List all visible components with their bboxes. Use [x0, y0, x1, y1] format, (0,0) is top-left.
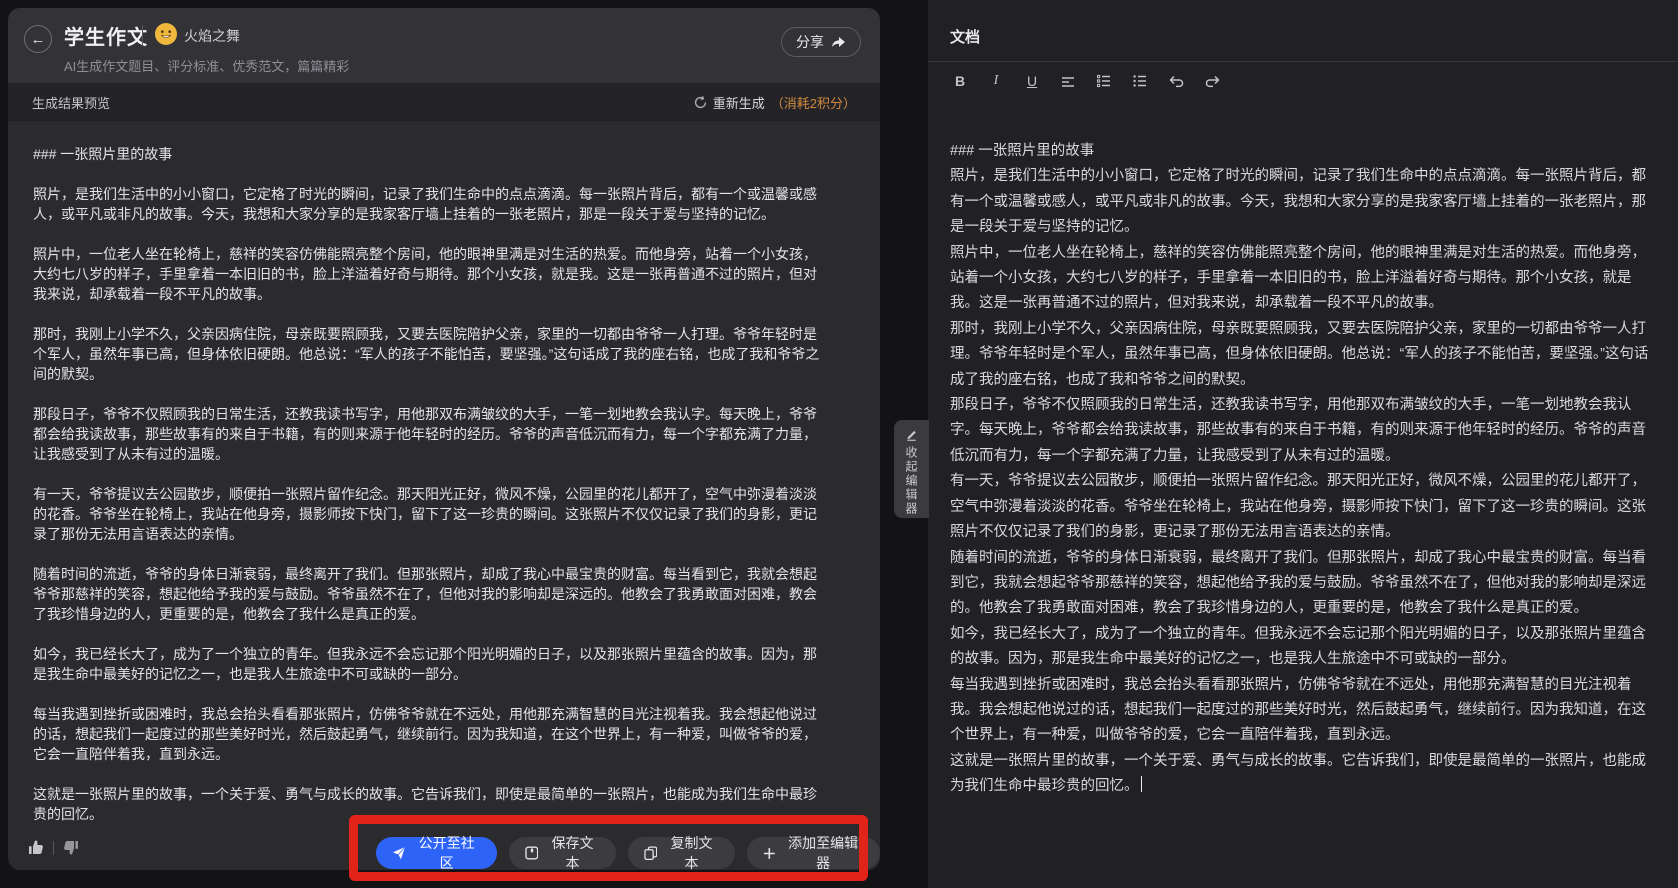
italic-button[interactable]: I	[983, 68, 1009, 94]
copy-text-button[interactable]: 复制文本	[628, 837, 735, 869]
thumbs-up-button[interactable]	[28, 840, 44, 855]
ordered-list-icon	[1096, 73, 1112, 89]
editor-paragraph: 有一天，爷爷提议去公园散步，顺便拍一张照片留作纪念。那天阳光正好，微风不燥，公园…	[950, 469, 1652, 545]
document-title: 文档	[950, 26, 980, 47]
essay-paragraph: 每当我遇到挫折或困难时，我总会抬头看看那张照片，仿佛爷爷就在不远处，用他那充满智…	[33, 704, 824, 764]
thumbs-up-icon	[28, 840, 44, 855]
paper-plane-icon	[392, 846, 406, 860]
editor-paragraph: 照片，是我们生活中的小小窗口，它定格了时光的瞬间，记录了我们生命中的点点滴滴。每…	[950, 164, 1652, 240]
author-name: 火焰之舞	[184, 26, 240, 46]
action-button-row: 公开至社区 保存文本 复制文本 添加至编辑器	[376, 837, 880, 869]
ordered-list-button[interactable]	[1091, 68, 1117, 94]
editor-toolbar: B I U	[942, 68, 1230, 94]
essay-paragraph: 照片中，一位老人坐在轮椅上，慈祥的笑容仿佛能照亮整个房间，他的眼神里满是对生活的…	[33, 244, 824, 304]
editor-heading: ### 一张照片里的故事	[950, 139, 1652, 164]
feedback-divider	[53, 841, 54, 855]
undo-button[interactable]	[1163, 68, 1189, 94]
copy-icon	[644, 846, 658, 860]
results-bar: 生成结果预览 重新生成 （消耗2积分）	[8, 84, 880, 121]
collapse-editor-label: 收起编辑器	[903, 446, 920, 516]
smiley-avatar-icon	[155, 23, 177, 45]
essay-paragraph: 如今，我已经长大了，成为了一个独立的青年。但我永远不会忘记那个阳光明媚的日子，以…	[33, 644, 824, 684]
generation-preview-card: ← 学生作文 火焰之舞 AI生成作文题目、评分标准、优秀范文，篇篇精彩 分享 生…	[8, 8, 880, 870]
page-title: 学生作文	[64, 21, 148, 50]
align-left-icon	[1060, 73, 1076, 89]
essay-paragraph: 那段日子，爷爷不仅照顾我的日常生活，还教我读书写字，用他那双布满皱纹的大手，一笔…	[33, 404, 824, 464]
thumbs-down-button[interactable]	[63, 840, 79, 855]
publish-to-community-button[interactable]: 公开至社区	[376, 837, 497, 869]
toolbar-divider	[928, 61, 1678, 62]
collapse-editor-tab[interactable]: 收起编辑器	[894, 420, 929, 518]
regenerate-label: 重新生成	[713, 93, 765, 112]
refresh-icon	[694, 96, 707, 109]
essay-heading: ### 一张照片里的故事	[33, 144, 824, 164]
essay-paragraph: 随着时间的流逝，爷爷的身体日渐衰弱，最终离开了我们。但那张照片，却成了我心中最宝…	[33, 564, 824, 624]
editor-last-line: 这就是一张照片里的故事，一个关于爱、勇气与成长的故事。它告诉我们，即使是最简单的…	[950, 749, 1652, 800]
credit-cost-label: （消耗2积分）	[771, 93, 856, 112]
share-button-label: 分享	[796, 32, 824, 52]
header-divider	[142, 25, 143, 45]
essay-paragraph: 这就是一张照片里的故事，一个关于爱、勇气与成长的故事。它告诉我们，即使是最简单的…	[33, 784, 824, 824]
publish-label: 公开至社区	[413, 833, 481, 870]
bold-button[interactable]: B	[947, 68, 973, 94]
regenerate-button[interactable]: 重新生成	[694, 93, 765, 112]
back-button[interactable]: ←	[24, 25, 52, 53]
editor-paragraph: 那时，我刚上小学不久，父亲因病住院，母亲既要照顾我，又要去医院陪护父亲，家里的一…	[950, 317, 1652, 393]
editor-paragraph: 那段日子，爷爷不仅照顾我的日常生活，还教我读书写字，用他那双布满皱纹的大手，一笔…	[950, 393, 1652, 469]
undo-icon	[1168, 74, 1185, 88]
share-forward-icon	[831, 36, 846, 49]
align-button[interactable]	[1055, 68, 1081, 94]
save-icon	[525, 846, 539, 860]
editor-paragraph: 这就是一张照片里的故事，一个关于爱、勇气与成长的故事。它告诉我们，即使是最简单的…	[950, 753, 1646, 794]
redo-icon	[1204, 74, 1221, 88]
app-subtitle: AI生成作文题目、评分标准、优秀范文，篇篇精彩	[64, 56, 349, 75]
save-label: 保存文本	[545, 833, 599, 870]
preview-label: 生成结果预览	[32, 93, 110, 112]
editor-content[interactable]: ### 一张照片里的故事 照片，是我们生活中的小小窗口，它定格了时光的瞬间，记录…	[950, 139, 1652, 800]
copy-label: 复制文本	[664, 833, 718, 870]
card-header: ← 学生作文 火焰之舞 AI生成作文题目、评分标准、优秀范文，篇篇精彩 分享	[8, 8, 880, 84]
plus-icon	[763, 847, 776, 860]
back-arrow-icon: ←	[31, 31, 46, 48]
save-text-button[interactable]: 保存文本	[509, 837, 616, 869]
add-to-editor-button[interactable]: 添加至编辑器	[747, 837, 880, 869]
editor-paragraph: 每当我遇到挫折或困难时，我总会抬头看看那张照片，仿佛爷爷就在不远处，用他那充满智…	[950, 673, 1652, 749]
share-button[interactable]: 分享	[781, 27, 861, 57]
document-editor-panel: 文档 B I U	[928, 0, 1678, 888]
essay-preview-text: ### 一张照片里的故事 照片，是我们生活中的小小窗口，它定格了时光的瞬间，记录…	[8, 122, 880, 844]
essay-paragraph: 照片，是我们生活中的小小窗口，它定格了时光的瞬间，记录了我们生命中的点点滴滴。每…	[33, 184, 824, 224]
essay-paragraph: 有一天，爷爷提议去公园散步，顺便拍一张照片留作纪念。那天阳光正好，微风不燥，公园…	[33, 484, 824, 544]
add-to-editor-label: 添加至编辑器	[782, 833, 864, 870]
editor-paragraph: 随着时间的流逝，爷爷的身体日渐衰弱，最终离开了我们。但那张照片，却成了我心中最宝…	[950, 546, 1652, 622]
bullet-list-icon	[1132, 73, 1148, 89]
feedback-row	[28, 840, 79, 855]
unordered-list-button[interactable]	[1127, 68, 1153, 94]
essay-paragraph: 那时，我刚上小学不久，父亲因病住院，母亲既要照顾我，又要去医院陪护父亲，家里的一…	[33, 324, 824, 384]
text-cursor	[1141, 776, 1143, 792]
pencil-icon	[905, 428, 918, 441]
redo-button[interactable]	[1199, 68, 1225, 94]
editor-paragraph: 照片中，一位老人坐在轮椅上，慈祥的笑容仿佛能照亮整个房间，他的眼神里满是对生活的…	[950, 241, 1652, 317]
author-avatar	[155, 23, 177, 45]
editor-paragraph: 如今，我已经长大了，成为了一个独立的青年。但我永远不会忘记那个阳光明媚的日子，以…	[950, 622, 1652, 673]
underline-button[interactable]: U	[1019, 68, 1045, 94]
thumbs-down-icon	[63, 840, 79, 855]
